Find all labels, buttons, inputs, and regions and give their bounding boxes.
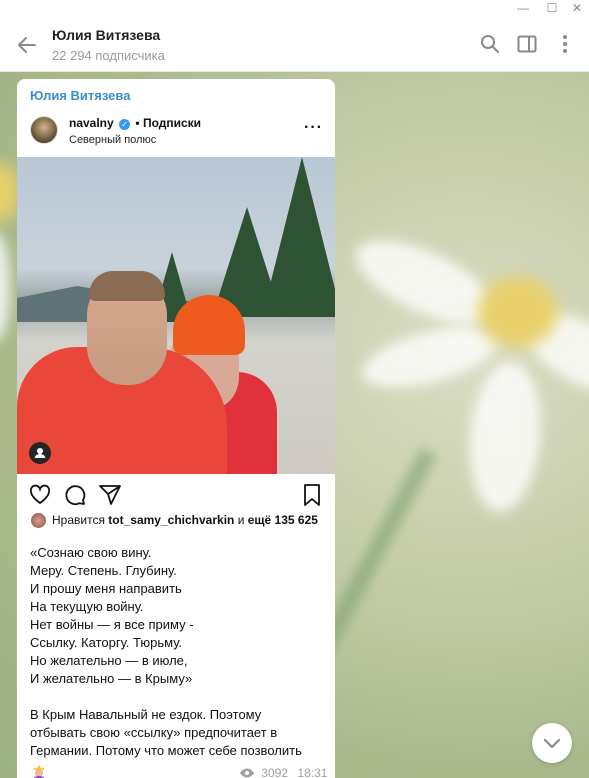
search-icon[interactable] [478,32,502,56]
chat-header: Юлия Витязева 22 294 подписчика [0,18,589,72]
message-meta: 3092 18:31 [239,766,327,778]
minimize-button[interactable]: — [512,0,534,18]
message-bubble: Юлия Витязева navalny ✓ • Подписки Север… [17,79,335,778]
body-line: отбывать свою «ссылку» предпочитает в [30,725,278,740]
post-photo[interactable] [17,157,335,474]
view-count: 3092 [261,766,289,778]
heart-icon [27,482,53,508]
back-arrow-icon[interactable] [14,32,40,58]
poem-line: Меру. Степень. Глубину. [30,563,177,578]
bookmark-icon [299,482,325,508]
share-icon [97,482,123,508]
instagram-avatar [30,116,58,144]
instagram-header: navalny ✓ • Подписки [69,116,201,130]
body-line: В Крым Навальный не ездок. Поэтому [30,707,262,722]
tagged-user-icon [29,442,51,464]
poem-line: Нет войны — я все приму - [30,617,194,632]
poem-line: Ссылку. Каторгу. Тюрьму. [30,635,183,650]
poem-line: «Сознаю свою вину. [30,545,152,560]
views-eye-icon [239,767,255,778]
woman-with-crown-emoji-icon [30,762,48,778]
sidebar-toggle-icon[interactable] [515,32,539,56]
close-button[interactable]: ✕ [566,0,588,18]
instagram-separator: • [135,116,140,130]
message-sender[interactable]: Юлия Витязева [30,88,130,103]
subscriber-count: 22 294 подписчика [52,48,165,63]
message-text: «Сознаю свою вину. Меру. Степень. Глубин… [30,544,330,760]
photo-hair [89,271,165,301]
instagram-location: Северный полюс [69,134,157,146]
maximize-button[interactable]: ☐ [541,0,563,18]
more-vertical-icon[interactable] [553,32,577,56]
poem-line: Но желательно — в июле, [30,653,188,668]
message-time: 18:31 [297,766,328,778]
scroll-to-bottom-button[interactable] [532,723,572,763]
chevron-down-icon [543,738,561,749]
likes-prefix: Нравится [52,513,105,527]
channel-title[interactable]: Юлия Витязева [52,27,160,43]
likes-and: и [237,513,245,527]
liker-avatar [30,512,47,529]
poem-line: И прошу меня направить [30,581,182,596]
wallpaper-petal [0,232,10,342]
poem-line: На текущую войну. [30,599,144,614]
poem-line: И желательно — в Крыму» [30,671,193,686]
wallpaper-petal [463,359,547,515]
comment-icon [62,482,88,508]
verified-badge-icon: ✓ [119,119,131,130]
wallpaper-flower-center [478,277,558,347]
instagram-username: navalny [69,116,114,130]
window-titlebar: — ☐ ✕ [0,0,589,18]
likes-user: tot_samy_chichvarkin [108,513,235,527]
body-line: Германии. Потому что может себе позволит… [30,743,302,758]
instagram-actions [17,482,335,512]
instagram-more-icon: ··· [304,119,323,136]
instagram-follow-label: Подписки [142,116,202,130]
likes-count: ещё 135 625 [247,513,318,527]
